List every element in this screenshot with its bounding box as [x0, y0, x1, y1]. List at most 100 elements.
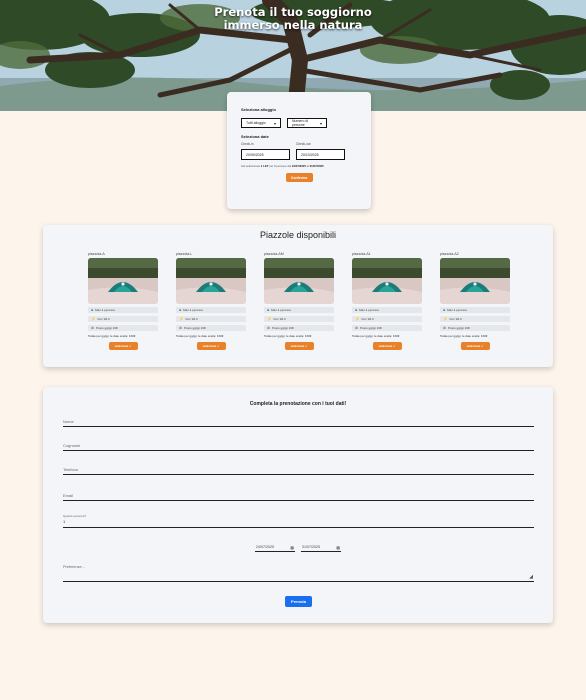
note-from: 24/07/2025 [291, 164, 306, 168]
checkin-input[interactable]: 20/09/2025 [241, 149, 290, 160]
pitch-people: Max 4 persone [447, 308, 467, 312]
pitch-people: Max 4 persone [271, 308, 291, 312]
pitch-people: Max 4 persone [183, 308, 203, 312]
pitch-feature-wifi: ⚡ Con Wi-fi [88, 316, 158, 322]
selection-card: Seleziona alloggio Tutti alloggio ▾ Nume… [227, 92, 371, 209]
accommodation-select-value: Tutti alloggio [246, 121, 266, 125]
preferences-textarea[interactable]: Preferenze... ◢ [63, 565, 534, 582]
hero-title: Prenota il tuo soggiorno immerso nella n… [0, 6, 586, 32]
plug-icon: ⚡ [179, 317, 184, 321]
calendar-icon[interactable]: ▦ [290, 545, 294, 550]
note-mid: per 8 persone dal [269, 164, 292, 168]
note-to-word: al [306, 164, 309, 168]
pitch-total: Totale per gg/gp: le date scelte: 160€ [88, 334, 136, 338]
pitch-power: Con Wi-fi [97, 317, 110, 321]
note-nights: 1 LET [260, 164, 269, 168]
pitch-feature-people: ● Max 4 persone [440, 307, 510, 313]
confirm-button[interactable]: Conferma [285, 173, 313, 182]
people-select[interactable]: Numero di persone ▾ [287, 118, 327, 128]
pitch-total: Totale per gg/gp: le date scelte: 160€ [264, 334, 312, 338]
note-prefix: Hai selezionato [241, 164, 261, 168]
select-pitch-button[interactable]: seleziona ✓ [284, 342, 314, 350]
pitch-feature-people: ● Max 4 persone [88, 307, 158, 313]
pitch-card: piazzola-AM ● Max 4 persone ⚡ Con Wi-fi … [264, 252, 334, 350]
person-icon: ● [355, 308, 358, 312]
checkout-group: Check-out 20/10/2025 [296, 142, 345, 160]
people-select-value: Numero di persone [292, 119, 309, 127]
tag-icon: ⊘ [91, 326, 94, 330]
pitch-power: Con Wi-fi [273, 317, 286, 321]
pitch-feature-price: ⊘ Posto gg/gp 40€ [264, 325, 334, 331]
booking-form-card: Completa la prenotazione con i tuoi dati… [43, 387, 553, 623]
pitch-feature-people: ● Max 4 persone [352, 307, 422, 313]
pitch-feature-wifi: ⚡ Con Wi-fi [352, 316, 422, 322]
plug-icon: ⚡ [267, 317, 272, 321]
pitch-card: piazzola-A1 ● Max 4 persone ⚡ Con Wi-fi … [352, 252, 422, 350]
preferences-placeholder: Preferenze... [63, 565, 85, 569]
selection-summary: Hai selezionato 1 LET per 8 persone dal … [241, 164, 357, 168]
plug-icon: ⚡ [355, 317, 360, 321]
people-count-value: 1 [63, 519, 66, 524]
people-count-field[interactable]: Quante persone? 1 [63, 514, 534, 528]
person-icon: ● [267, 308, 270, 312]
phone-field[interactable]: Telefono [63, 467, 534, 475]
form-title: Completa la prenotazione con i tuoi dati… [249, 401, 347, 407]
pitches-card: Piazzole disponibili piazzola-A ● Max 4 … [43, 225, 553, 367]
checkin-label: Check-in [241, 142, 254, 146]
form-date-from-input[interactable]: 24/07/2025 ▦ [255, 543, 295, 552]
pitch-power: Con Wi-fi [185, 317, 198, 321]
checkout-label: Check-out [296, 142, 311, 146]
calendar-icon[interactable]: ▦ [336, 545, 340, 550]
pitch-extra: Posto gg/gp 40€ [359, 326, 382, 330]
form-date-to-value: 31/07/2025 [302, 545, 320, 549]
email-field[interactable]: Email [63, 493, 534, 501]
pitch-feature-wifi: ⚡ Con Wi-fi [440, 316, 510, 322]
dates-row: Check-in 20/09/2025 Check-out 20/10/2025 [241, 142, 357, 160]
pitch-power: Con Wi-fi [449, 317, 462, 321]
accommodation-label: Seleziona alloggio [241, 107, 276, 112]
pitch-feature-people: ● Max 4 persone [264, 307, 334, 313]
name-field[interactable]: Nome [63, 419, 534, 427]
pitch-extra: Posto gg/gp 40€ [447, 326, 470, 330]
pitch-photo [176, 258, 246, 304]
plug-icon: ⚡ [91, 317, 96, 321]
pitch-extra: Posto gg/gp 40€ [271, 326, 294, 330]
select-pitch-button[interactable]: seleziona ✓ [196, 342, 226, 350]
pitch-total: Totale per gg/gp: le date scelte: 160€ [440, 334, 488, 338]
person-icon: ● [179, 308, 182, 312]
note-to: 31/07/2025 [309, 164, 324, 168]
pitch-power: Con Wi-fi [361, 317, 374, 321]
chevron-down-icon: ▾ [319, 120, 322, 126]
pitch-feature-price: ⊘ Posto gg/gp 40€ [88, 325, 158, 331]
pitch-feature-people: ● Max 4 persone [176, 307, 246, 313]
people-count-label: Quante persone? [63, 514, 87, 518]
resize-grip-icon[interactable]: ◢ [529, 575, 533, 580]
select-pitch-button[interactable]: seleziona ✓ [460, 342, 490, 350]
pitch-people: Max 4 persone [359, 308, 379, 312]
dates-label: Seleziona date [241, 134, 269, 139]
form-date-to-input[interactable]: 31/07/2025 ▦ [301, 543, 341, 552]
surname-field[interactable]: Cognome [63, 443, 534, 451]
pitch-extra: Posto gg/gp 40€ [183, 326, 206, 330]
pitch-photo [352, 258, 422, 304]
pitch-extra: Posto gg/gp 40€ [95, 326, 118, 330]
pitch-photo [440, 258, 510, 304]
accommodation-select[interactable]: Tutti alloggio ▾ [241, 118, 281, 128]
tag-icon: ⊘ [179, 326, 182, 330]
tag-icon: ⊘ [267, 326, 270, 330]
pitch-feature-wifi: ⚡ Con Wi-fi [176, 316, 246, 322]
checkin-group: Check-in 20/09/2025 [241, 142, 290, 160]
form-date-from-value: 24/07/2025 [256, 545, 274, 549]
form-dates-row: 24/07/2025 ▦ 31/07/2025 ▦ [255, 543, 341, 552]
checkout-input[interactable]: 20/10/2025 [296, 149, 345, 160]
tag-icon: ⊘ [355, 326, 358, 330]
person-icon: ● [443, 308, 446, 312]
select-pitch-button[interactable]: seleziona ✓ [108, 342, 138, 350]
pitch-feature-wifi: ⚡ Con Wi-fi [264, 316, 334, 322]
pitch-feature-price: ⊘ Posto gg/gp 40€ [176, 325, 246, 331]
submit-button[interactable]: Prenota [285, 596, 312, 607]
pitch-photo [88, 258, 158, 304]
pitch-photo [264, 258, 334, 304]
pitch-feature-price: ⊘ Posto gg/gp 40€ [352, 325, 422, 331]
select-pitch-button[interactable]: seleziona ✓ [372, 342, 402, 350]
